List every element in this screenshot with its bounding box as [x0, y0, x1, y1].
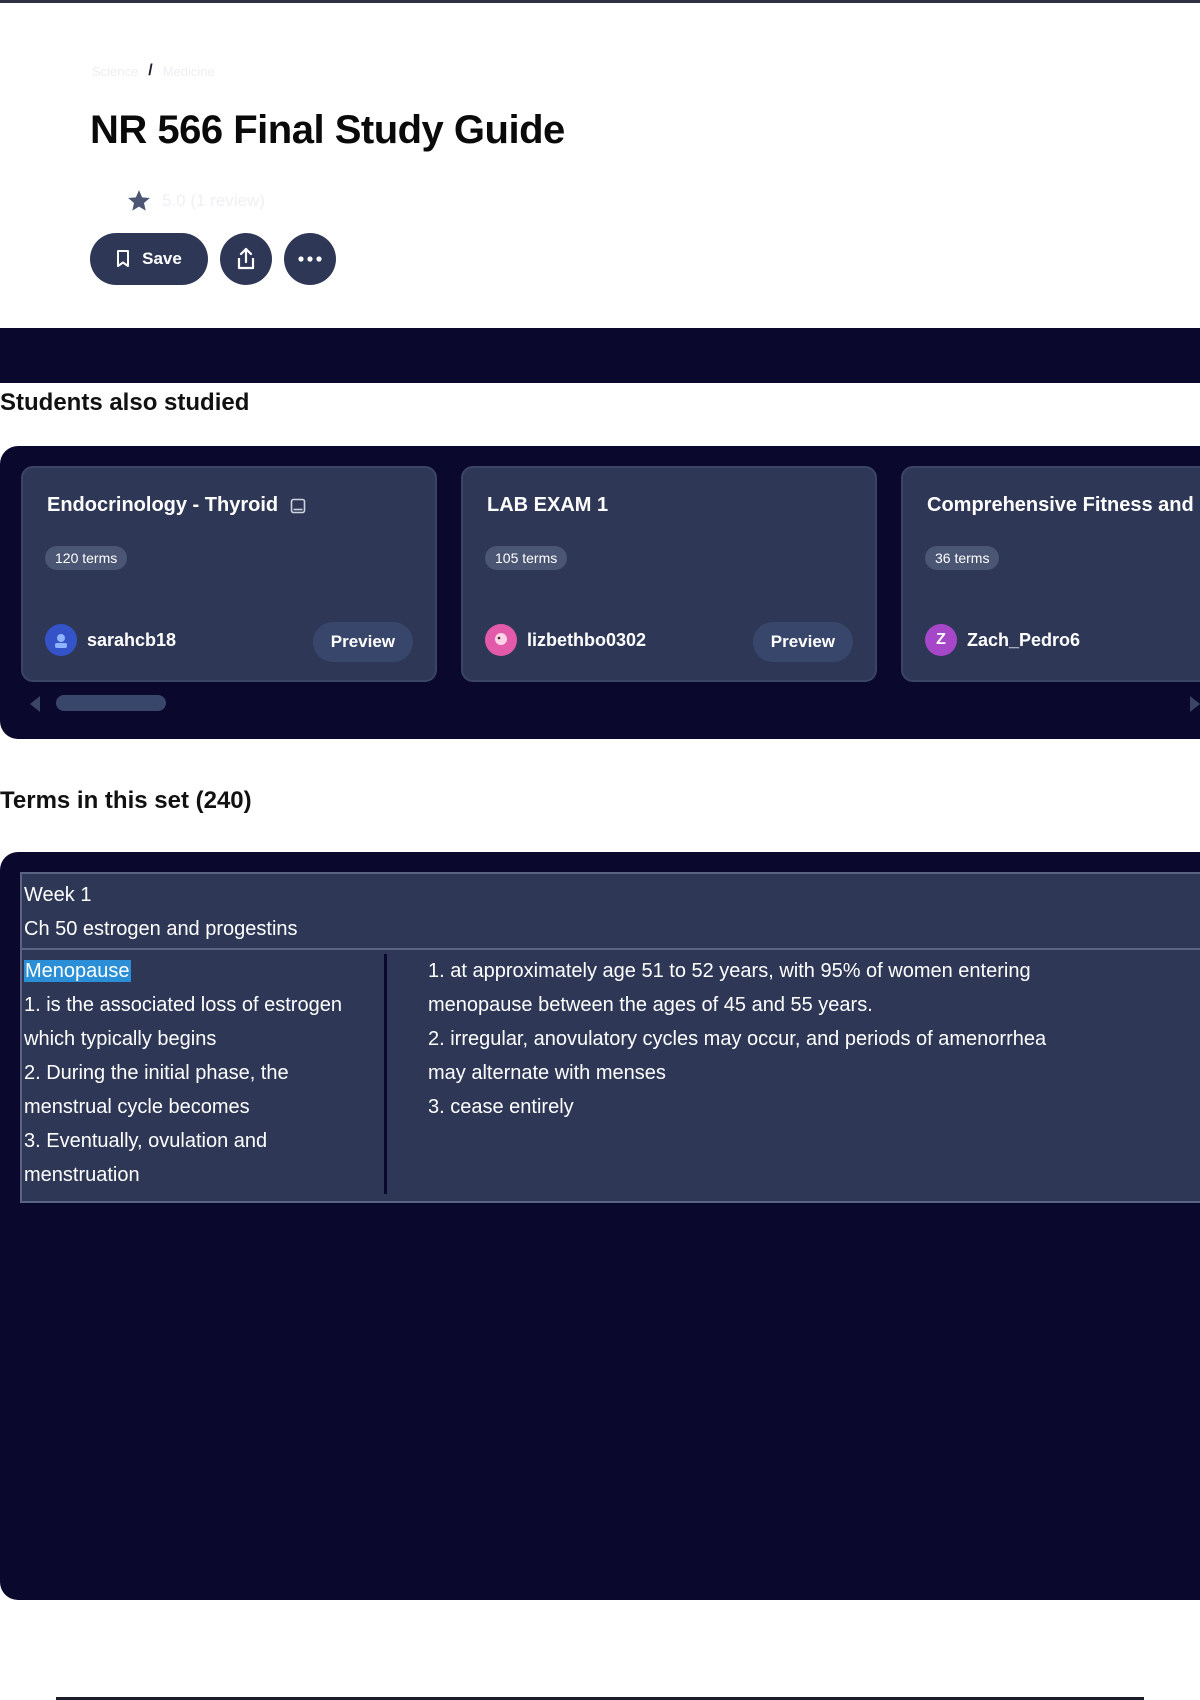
term-line: which typically begins	[24, 1028, 217, 1050]
term-cell[interactable]: Menopause 1. is the associated loss of e…	[24, 954, 378, 1192]
top-border	[0, 0, 1200, 3]
study-set-card[interactable]: LAB EXAM 1 105 terms lizbethbo0302 Previ…	[461, 466, 877, 682]
definition-cell[interactable]: 1. at approximately age 51 to 52 years, …	[428, 954, 1168, 1124]
more-icon	[298, 256, 322, 262]
terms-table: Week 1 Ch 50 estrogen and progestins Men…	[20, 872, 1200, 1203]
breadcrumb-item-science[interactable]: Science	[92, 64, 138, 79]
definition-line: may alternate with menses	[428, 1062, 666, 1084]
terms-panel: Week 1 Ch 50 estrogen and progestins Men…	[0, 852, 1200, 1600]
scroll-left-arrow[interactable]	[30, 696, 40, 712]
definition-line: 3. cease entirely	[428, 1096, 574, 1118]
scroll-right-arrow[interactable]	[1190, 696, 1200, 712]
bookmark-icon	[117, 250, 130, 267]
definition-line: 1. at approximately age 51 to 52 years, …	[428, 960, 1031, 982]
more-options-button[interactable]	[284, 233, 336, 285]
card-author[interactable]: sarahcb18	[45, 624, 176, 656]
share-icon	[237, 247, 255, 270]
preview-button[interactable]: Preview	[312, 622, 413, 662]
terms-count-badge: 105 terms	[485, 546, 568, 570]
chapter-label: Ch 50 estrogen and progestins	[24, 918, 298, 940]
week-header: Week 1 Ch 50 estrogen and progestins	[22, 874, 1200, 950]
avatar-image-icon	[495, 633, 507, 645]
action-bar: Save	[90, 233, 336, 285]
rating[interactable]: 5.0 (1 review)	[126, 188, 265, 214]
save-label: Save	[142, 249, 182, 268]
save-button[interactable]: Save	[90, 233, 208, 285]
term-line: 1. is the associated loss of estrogen	[24, 994, 342, 1016]
image-icon	[290, 498, 306, 513]
highlighted-term: Menopause	[24, 960, 131, 982]
card-title: Endocrinology - Thyroid	[47, 494, 306, 517]
card-title: LAB EXAM 1	[487, 494, 609, 516]
terms-count-badge: 36 terms	[925, 546, 1000, 570]
term-line: 2. During the initial phase, the	[24, 1062, 289, 1084]
term-line: menstruation	[24, 1164, 140, 1186]
term-line: 3. Eventually, ovulation and	[24, 1130, 268, 1152]
week-label: Week 1	[24, 884, 92, 906]
study-set-card[interactable]: Comprehensive Fitness and 36 terms Z Zac…	[901, 466, 1200, 682]
dark-banner	[0, 328, 1200, 383]
terms-heading: Terms in this set (240)	[0, 787, 252, 814]
column-divider	[384, 954, 387, 1194]
terms-count-badge: 120 terms	[45, 546, 128, 570]
study-set-card[interactable]: Endocrinology - Thyroid 120 terms sarahc…	[21, 466, 437, 682]
term-line: menstrual cycle becomes	[24, 1096, 250, 1118]
card-title: Comprehensive Fitness and	[927, 494, 1194, 516]
card-author[interactable]: Z Zach_Pedro6	[925, 624, 1080, 656]
avatar: Z	[925, 624, 957, 656]
breadcrumb-item-medicine[interactable]: Medicine	[163, 64, 215, 79]
definition-line: menopause between the ages of 45 and 55 …	[428, 994, 873, 1016]
preview-button[interactable]: Preview	[752, 622, 853, 662]
definition-line: 2. irregular, anovulatory cycles may occ…	[428, 1028, 1047, 1050]
share-button[interactable]	[220, 233, 272, 285]
avatar-image-icon	[55, 634, 67, 648]
breadcrumb: Science / Medicine	[92, 62, 215, 80]
avatar	[45, 624, 77, 656]
author-name: lizbethbo0302	[527, 629, 647, 650]
page-title: NR 566 Final Study Guide	[90, 108, 565, 152]
author-name: Zach_Pedro6	[967, 629, 1081, 650]
study-set-carousel: Endocrinology - Thyroid 120 terms sarahc…	[0, 446, 1200, 739]
card-author[interactable]: lizbethbo0302	[485, 624, 646, 656]
students-also-studied-heading: Students also studied	[0, 389, 250, 416]
star-icon	[128, 190, 150, 211]
author-name: sarahcb18	[87, 629, 177, 650]
rating-text: 5.0 (1 review)	[162, 191, 265, 210]
breadcrumb-separator: /	[148, 62, 153, 79]
carousel-scrollbar[interactable]	[56, 695, 166, 711]
avatar	[485, 624, 517, 656]
